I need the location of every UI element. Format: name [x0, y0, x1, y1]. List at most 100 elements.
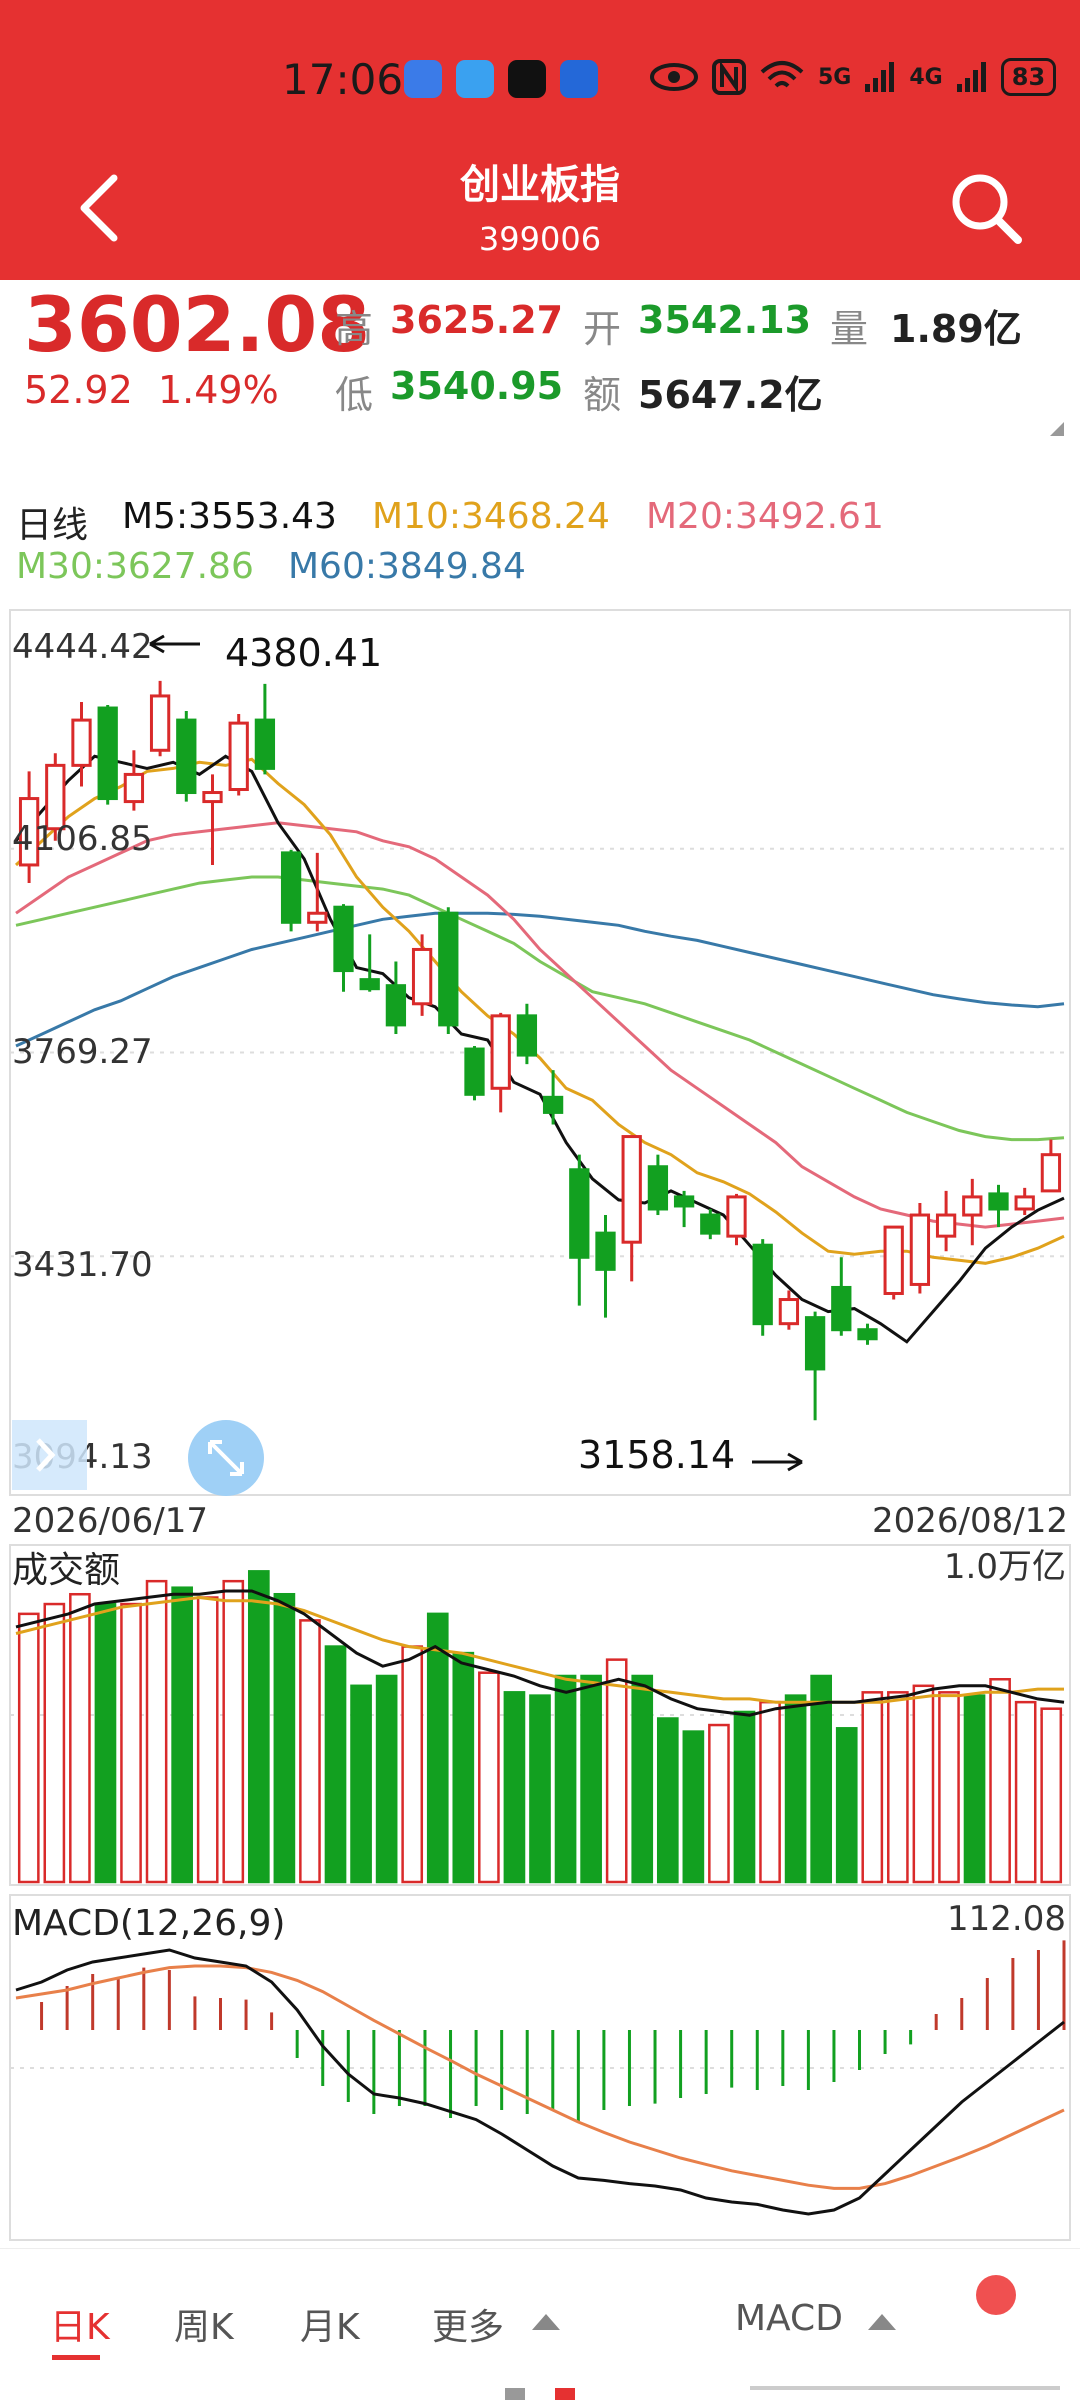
candle-body-17 [464, 1047, 485, 1096]
page-title: 创业板指 [460, 162, 620, 208]
candle-body-25 [673, 1195, 695, 1208]
signal-icon-2 [956, 62, 986, 92]
search-icon[interactable] [946, 168, 1026, 248]
more-caret-icon[interactable] [532, 2312, 560, 2332]
volume-bar-33 [861, 1691, 884, 1884]
candle-body-2 [71, 718, 92, 767]
price-change-percent: 1.49% [158, 368, 279, 412]
candle-body-16 [438, 911, 459, 1027]
volume-bar-37 [963, 1694, 986, 1884]
volume-bar-38 [989, 1678, 1011, 1884]
candle-body-28 [752, 1243, 773, 1326]
volume-bar-35 [912, 1684, 935, 1884]
signal-icon [865, 62, 895, 92]
volume-bar-34 [887, 1691, 909, 1884]
candle-body-31 [831, 1285, 852, 1332]
candle-body-22 [595, 1231, 616, 1271]
volume-bar-12 [324, 1645, 347, 1884]
volume-max-label: 1.0万亿 [944, 1547, 1066, 1587]
high-label: 高 [335, 307, 374, 351]
y-axis-label-2: 4106.85 [12, 819, 153, 859]
active-tab-indicator [52, 2355, 100, 2360]
volume-label: 量 [830, 307, 869, 351]
volume-bar-24 [631, 1674, 654, 1884]
high-annotation: 4380.41 [225, 631, 382, 675]
high-value: 3625.27 [390, 298, 564, 342]
volume-bar-39 [1014, 1700, 1037, 1884]
candle-body-5 [149, 694, 171, 752]
stock-chart[interactable]: 4444.42 4106.85 3769.27 3431.70 3094.13 … [0, 600, 1080, 2250]
volume-bar-31 [810, 1674, 833, 1884]
macd-max-label: 112.08 [947, 1899, 1066, 1939]
status-indicators: 5G 4G 83 [650, 58, 1057, 96]
ma30-value: M30:3627.86 [16, 546, 254, 587]
candle-body-8 [228, 721, 249, 792]
volume-bar-18 [478, 1671, 500, 1884]
tab-monthly-k[interactable]: 月K [300, 2298, 360, 2350]
floating-red-dot[interactable] [976, 2275, 1016, 2315]
volume-bar-36 [938, 1691, 960, 1884]
low-label: 低 [335, 373, 374, 417]
tab-more[interactable]: 更多 [432, 2298, 504, 2350]
volume-bar-7 [196, 1596, 219, 1884]
candle-body-27 [726, 1195, 747, 1238]
volume-bar-22 [580, 1674, 602, 1884]
page-indicator-red [555, 2388, 575, 2400]
candle-body-29 [778, 1298, 800, 1326]
expand-corner-icon[interactable] [1050, 422, 1064, 436]
candle-body-4 [123, 772, 145, 804]
app-notification-icon [404, 60, 442, 98]
tab-indicator-macd[interactable]: MACD [735, 2298, 843, 2339]
volume-bar-0 [17, 1612, 40, 1884]
volume-bar-15 [401, 1645, 424, 1884]
volume-value: 1.89亿 [890, 307, 1022, 351]
volume-bar-26 [682, 1730, 705, 1884]
volume-bar-8 [222, 1579, 245, 1884]
volume-bar-5 [145, 1579, 168, 1884]
volume-bar-10 [273, 1592, 296, 1884]
amount-value: 5647.2亿 [638, 373, 823, 417]
current-price: 3602.08 [24, 280, 371, 369]
tab-daily-k[interactable]: 日K [50, 2298, 110, 2350]
volume-bar-11 [299, 1619, 321, 1884]
volume-bar-21 [554, 1674, 577, 1884]
volume-title: 成交额 [12, 1550, 120, 1591]
volume-bar-2 [69, 1592, 91, 1884]
volume-bar-28 [733, 1710, 756, 1884]
candle-body-13 [359, 978, 380, 991]
index-code: 399006 [478, 220, 602, 258]
candle-body-18 [490, 1014, 511, 1090]
volume-bar-14 [375, 1674, 398, 1884]
candle-body-3 [97, 706, 118, 801]
candle-body-26 [700, 1213, 721, 1235]
network-4g-label: 4G [909, 64, 943, 90]
candle-body-10 [280, 851, 302, 924]
volume-bar-3 [94, 1602, 117, 1884]
volume-bar-29 [759, 1700, 781, 1884]
tiktok-icon [508, 60, 546, 98]
candle-body-15 [411, 947, 433, 1006]
volume-bar-6 [171, 1586, 193, 1884]
status-bar: 17:06 5G 4G 83 [0, 0, 1080, 150]
candle-body-33 [883, 1225, 904, 1295]
volume-bar-32 [835, 1727, 858, 1884]
x-end-date: 2026/08/12 [872, 1501, 1068, 1541]
indicator-caret-icon[interactable] [868, 2312, 896, 2332]
scroll-track [750, 2386, 1060, 2390]
network-5g-label: 5G [818, 64, 852, 90]
low-value: 3540.95 [390, 364, 564, 408]
candle-body-23 [621, 1135, 642, 1244]
y-axis-label-4: 3431.70 [12, 1245, 153, 1285]
candle-body-32 [857, 1328, 878, 1341]
candle-body-24 [647, 1165, 669, 1211]
m20-line [15, 821, 1065, 1229]
ma10-value: M10:3468.24 [372, 496, 610, 537]
m60-line [15, 911, 1065, 1048]
candle-body-12 [333, 905, 354, 973]
open-label: 开 [583, 307, 622, 351]
aix-app-icon [560, 60, 598, 98]
tab-weekly-k[interactable]: 周K [174, 2298, 234, 2350]
volume-bar-27 [708, 1723, 730, 1884]
candle-body-11 [307, 911, 328, 924]
volume-bar-19 [503, 1691, 526, 1884]
